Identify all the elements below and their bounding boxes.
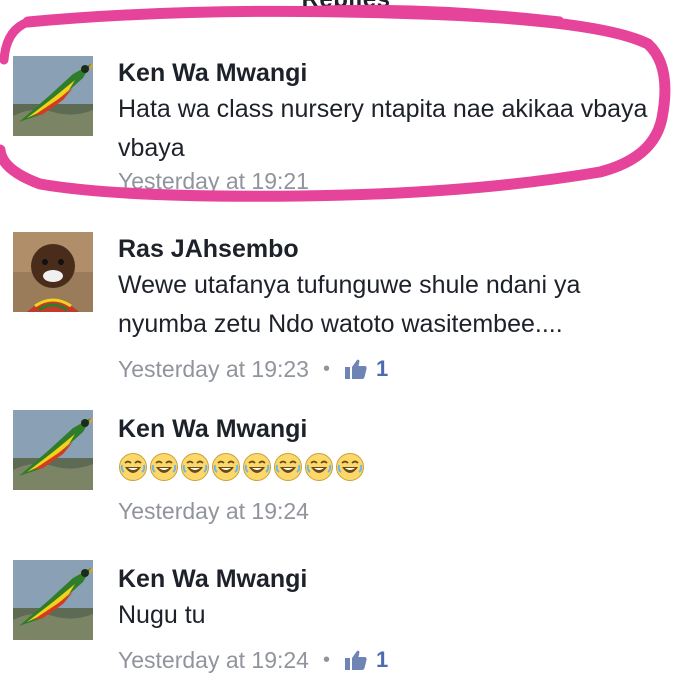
laughing-emoji-icon <box>336 453 364 481</box>
laughing-emoji-icon <box>274 453 302 481</box>
comment-author[interactable]: Ken Wa Mwangi <box>118 58 672 88</box>
comment-text: Wewe utafanya tufunguwe shule ndani ya n… <box>118 271 581 338</box>
bird-avatar-icon <box>13 410 93 490</box>
child-avatar-icon <box>13 232 93 312</box>
avatar[interactable] <box>13 232 93 312</box>
replies-panel: Replies Ken Wa Mwangi Hata wa class nurs… <box>0 0 692 692</box>
comment-timestamp[interactable]: Yesterday at 19:21 <box>118 168 309 194</box>
like-count[interactable]: 1 <box>376 354 388 384</box>
laughing-emoji-icon <box>119 453 147 481</box>
emoji-row <box>118 452 672 484</box>
avatar[interactable] <box>13 56 93 136</box>
laughing-emoji-icon <box>305 453 333 481</box>
bird-avatar-icon <box>13 560 93 640</box>
laughing-emoji-icon <box>212 453 240 481</box>
avatar[interactable] <box>13 560 93 640</box>
like-icon[interactable] <box>344 649 368 671</box>
laughing-emoji-icon <box>181 453 209 481</box>
laughing-emoji-icon <box>243 453 271 481</box>
comment-timestamp[interactable]: Yesterday at 19:23 <box>118 354 309 384</box>
comment-meta: Yesterday at 19:23 • 1 <box>118 354 672 384</box>
like-icon[interactable] <box>344 358 368 380</box>
comment-timestamp[interactable]: Yesterday at 19:24 <box>118 645 309 675</box>
comment-text: Hata wa class nursery ntapita nae akikaa… <box>118 95 648 162</box>
laughing-emoji-icon <box>150 453 178 481</box>
comment-meta: Yesterday at 19:24 <box>118 496 672 526</box>
comment-author[interactable]: Ras JAhsembo <box>118 234 672 264</box>
avatar[interactable] <box>13 410 93 490</box>
separator-dot: • <box>322 358 330 380</box>
comment-meta: Yesterday at 19:24 • 1 <box>118 645 672 675</box>
like-count[interactable]: 1 <box>376 645 388 675</box>
comment-author[interactable]: Ken Wa Mwangi <box>118 414 672 444</box>
comment-author[interactable]: Ken Wa Mwangi <box>118 564 672 594</box>
comment-text: Nugu tu <box>118 601 206 629</box>
comment-timestamp[interactable]: Yesterday at 19:24 <box>118 496 309 526</box>
separator-dot: • <box>322 649 330 671</box>
bird-avatar-icon <box>13 56 93 136</box>
replies-header: Replies <box>0 0 692 14</box>
